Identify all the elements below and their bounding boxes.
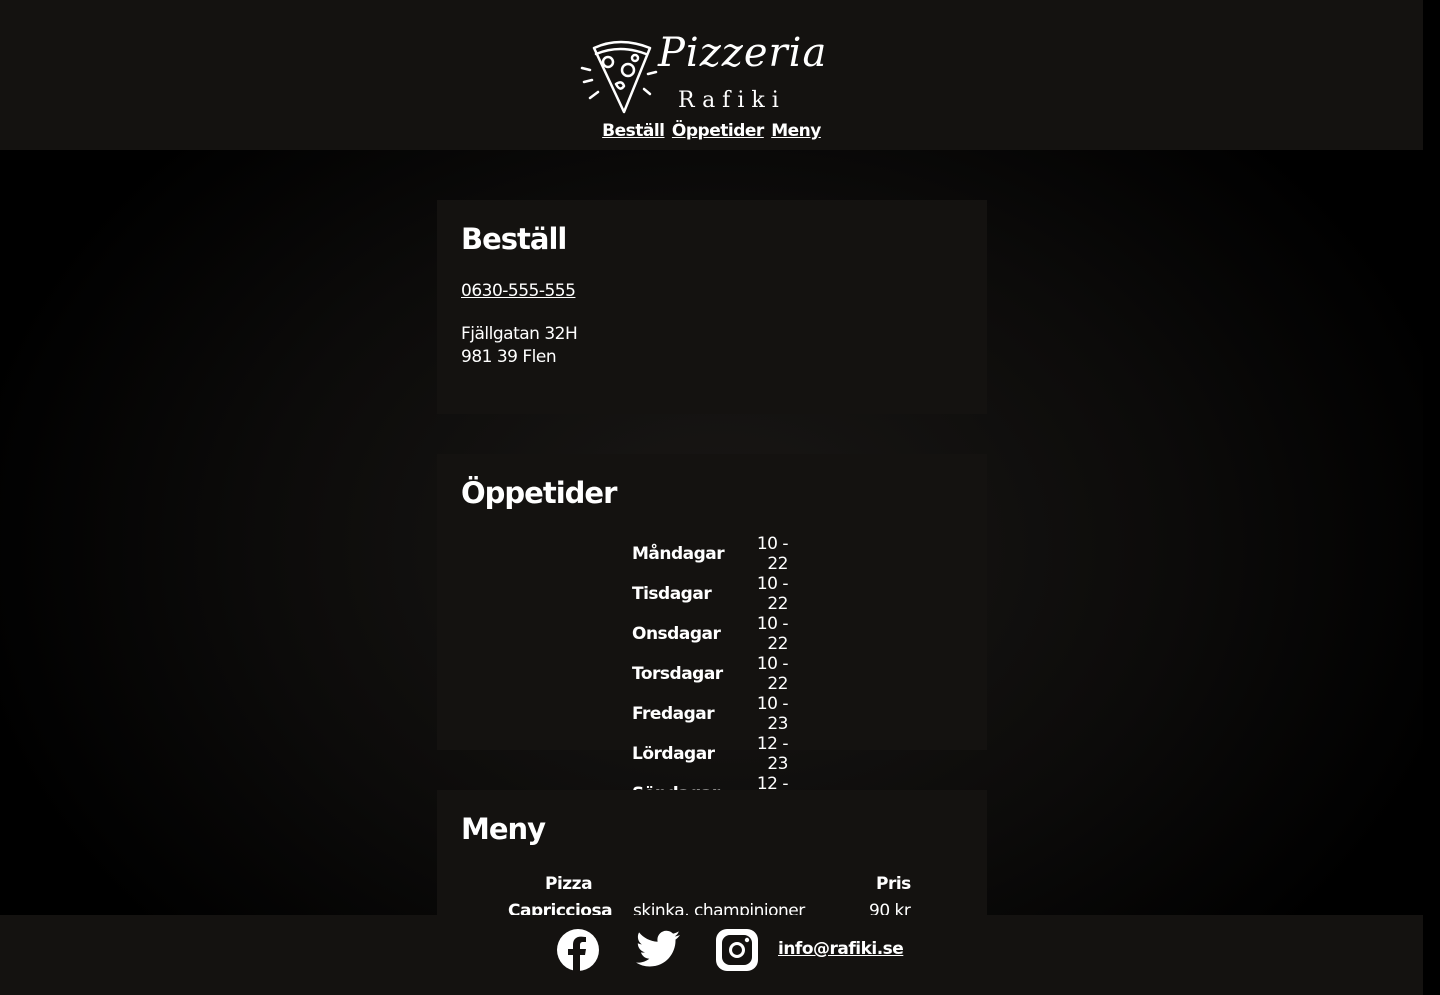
hours-row: Tisdagar 10 - 22 bbox=[632, 574, 789, 614]
hours-time: 12 - 23 bbox=[756, 734, 789, 774]
facebook-icon bbox=[557, 929, 599, 971]
hours-day: Onsdagar bbox=[632, 624, 721, 644]
logo-script: Pizzeria bbox=[658, 30, 828, 76]
hours-section: Öppetider Måndagar 10 - 22 Tisdagar 10 - 2… bbox=[437, 454, 987, 814]
site-header: Pizzeria Rafiki Beställ Öppetider Meny bbox=[0, 0, 1423, 150]
hours-day: Lördagar bbox=[632, 744, 715, 764]
twitter-icon bbox=[636, 930, 680, 967]
phone-link[interactable]: 0630-555-555 bbox=[461, 281, 576, 301]
hours-time: 10 - 22 bbox=[756, 534, 789, 574]
address-city: 981 39 Flen bbox=[461, 347, 557, 367]
order-section: Beställ 0630-555-555 Fjällgatan 32H 981 … bbox=[437, 200, 987, 414]
page: Pizzeria Rafiki Beställ Öppetider Meny B… bbox=[0, 0, 1440, 995]
site-footer: info@rafiki.se bbox=[0, 915, 1423, 995]
nav-link-order[interactable]: Beställ bbox=[602, 121, 665, 141]
hours-row: Fredagar 10 - 23 bbox=[632, 694, 789, 734]
nav-link-menu[interactable]: Meny bbox=[771, 121, 821, 141]
logo[interactable]: Pizzeria Rafiki bbox=[580, 30, 830, 122]
address-street: Fjällgatan 32H bbox=[461, 324, 578, 344]
twitter-link[interactable] bbox=[636, 929, 680, 973]
address: Fjällgatan 32H 981 39 Flen bbox=[461, 323, 578, 369]
hours-day: Tisdagar bbox=[632, 584, 712, 604]
nav-link-hours[interactable]: Öppetider bbox=[672, 121, 764, 141]
hours-row: Lördagar 12 - 23 bbox=[632, 734, 789, 774]
top-nav: Beställ Öppetider Meny bbox=[0, 121, 1423, 141]
hours-time: 10 - 22 bbox=[756, 574, 789, 614]
hours-row: Måndagar 10 - 22 bbox=[632, 534, 789, 574]
footer-email-link[interactable]: info@rafiki.se bbox=[778, 939, 904, 959]
hours-day: Fredagar bbox=[632, 704, 715, 724]
hours-day: Måndagar bbox=[632, 544, 725, 564]
hours-title: Öppetider bbox=[461, 476, 617, 510]
hours-row: Torsdagar 10 - 22 bbox=[632, 654, 789, 694]
hours-table: Måndagar 10 - 22 Tisdagar 10 - 22 Onsdagar… bbox=[632, 534, 789, 814]
hours-time: 10 - 22 bbox=[756, 654, 789, 694]
pizza-slice-icon bbox=[580, 40, 658, 114]
facebook-link[interactable] bbox=[557, 929, 599, 975]
hours-row: Onsdagar 10 - 22 bbox=[632, 614, 789, 654]
logo-subtitle: Rafiki bbox=[678, 88, 786, 113]
menu-col-pizza: Pizza bbox=[545, 874, 593, 894]
menu-col-price: Pris bbox=[876, 874, 911, 894]
menu-title: Meny bbox=[461, 812, 546, 846]
hours-day: Torsdagar bbox=[632, 664, 723, 684]
order-title: Beställ bbox=[461, 222, 567, 256]
hours-time: 10 - 23 bbox=[756, 694, 789, 734]
instagram-icon bbox=[716, 929, 758, 971]
scrollbar[interactable] bbox=[1423, 0, 1440, 995]
hours-time: 10 - 22 bbox=[756, 614, 789, 654]
instagram-link[interactable] bbox=[716, 929, 758, 975]
